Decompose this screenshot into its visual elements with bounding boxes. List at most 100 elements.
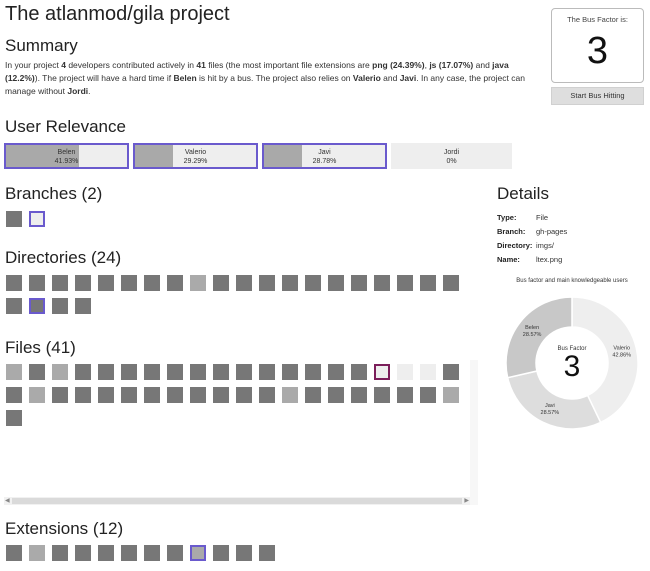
file-square[interactable] xyxy=(236,387,252,403)
directory-square[interactable] xyxy=(121,275,137,291)
extension-square[interactable] xyxy=(259,545,275,561)
file-square[interactable] xyxy=(328,364,344,380)
file-square[interactable] xyxy=(144,387,160,403)
file-square[interactable] xyxy=(213,364,229,380)
page-title: The atlanmod/gila project xyxy=(5,3,230,25)
scroll-thumb[interactable] xyxy=(12,498,462,504)
extension-square[interactable] xyxy=(29,545,45,561)
detail-row-branch: Branch: gh-pages xyxy=(497,227,568,236)
file-square[interactable] xyxy=(121,387,137,403)
directories-grid xyxy=(6,275,476,321)
detail-row-directory: Directory: imgs/ xyxy=(497,241,554,250)
directory-square[interactable] xyxy=(75,275,91,291)
directory-square[interactable] xyxy=(420,275,436,291)
extension-square[interactable] xyxy=(213,545,229,561)
file-square[interactable] xyxy=(351,387,367,403)
file-square[interactable] xyxy=(6,364,22,380)
directory-square[interactable] xyxy=(443,275,459,291)
file-square[interactable] xyxy=(420,364,436,380)
file-square[interactable] xyxy=(420,387,436,403)
directory-square[interactable] xyxy=(374,275,390,291)
summary-text: In your project 4 developers contributed… xyxy=(5,60,525,96)
file-square[interactable] xyxy=(374,387,390,403)
user-relevance-javi[interactable]: Javi 28.78% xyxy=(262,143,387,169)
file-square[interactable] xyxy=(190,364,206,380)
file-square[interactable] xyxy=(213,387,229,403)
extension-square[interactable] xyxy=(236,545,252,561)
file-square[interactable] xyxy=(443,364,459,380)
user-relevance-valerio[interactable]: Valerio 29.29% xyxy=(133,143,258,169)
directory-square[interactable] xyxy=(167,275,183,291)
file-square[interactable] xyxy=(98,364,114,380)
file-square[interactable] xyxy=(52,387,68,403)
extension-square[interactable] xyxy=(75,545,91,561)
directory-square[interactable] xyxy=(29,275,45,291)
directory-square[interactable] xyxy=(52,275,68,291)
directory-square[interactable] xyxy=(328,275,344,291)
directory-square[interactable] xyxy=(52,298,68,314)
file-square[interactable] xyxy=(6,410,22,426)
directory-square[interactable] xyxy=(282,275,298,291)
extension-square[interactable] xyxy=(190,545,206,561)
file-square[interactable] xyxy=(443,387,459,403)
donut-segment-percent: 28.57% xyxy=(541,410,560,416)
scroll-left-icon[interactable]: ◀ xyxy=(5,497,10,505)
extension-square[interactable] xyxy=(144,545,160,561)
file-square[interactable] xyxy=(236,364,252,380)
file-square[interactable] xyxy=(29,364,45,380)
file-square[interactable] xyxy=(75,387,91,403)
extension-square[interactable] xyxy=(52,545,68,561)
file-square[interactable] xyxy=(397,387,413,403)
branch-square[interactable] xyxy=(29,211,45,227)
file-square[interactable] xyxy=(259,364,275,380)
directory-square[interactable] xyxy=(305,275,321,291)
file-square[interactable] xyxy=(397,364,413,380)
directory-square[interactable] xyxy=(98,275,114,291)
file-square[interactable] xyxy=(6,387,22,403)
user-relevance-jordi[interactable]: Jordi 0% xyxy=(391,143,512,169)
directory-square[interactable] xyxy=(75,298,91,314)
file-square[interactable] xyxy=(121,364,137,380)
donut-segment-name: Javi xyxy=(545,403,555,409)
directory-square[interactable] xyxy=(6,298,22,314)
donut-center-value: 3 xyxy=(564,350,581,383)
user-relevance-belen[interactable]: Belen 41.93% xyxy=(4,143,129,169)
file-square[interactable] xyxy=(374,364,390,380)
file-square[interactable] xyxy=(305,387,321,403)
extension-square[interactable] xyxy=(6,545,22,561)
donut-segment-name: Belen xyxy=(525,325,539,331)
directory-square[interactable] xyxy=(29,298,45,314)
file-square[interactable] xyxy=(98,387,114,403)
branch-square[interactable] xyxy=(6,211,22,227)
file-square[interactable] xyxy=(29,387,45,403)
directory-square[interactable] xyxy=(213,275,229,291)
file-square[interactable] xyxy=(190,387,206,403)
extension-square[interactable] xyxy=(121,545,137,561)
directory-square[interactable] xyxy=(236,275,252,291)
file-square[interactable] xyxy=(167,364,183,380)
scroll-right-icon[interactable]: ▶ xyxy=(464,497,469,505)
branches-heading: Branches (2) xyxy=(5,184,103,203)
file-square[interactable] xyxy=(259,387,275,403)
directory-square[interactable] xyxy=(6,275,22,291)
directory-square[interactable] xyxy=(190,275,206,291)
start-bus-hitting-button[interactable]: Start Bus Hitting xyxy=(551,87,644,105)
file-square[interactable] xyxy=(144,364,160,380)
directory-square[interactable] xyxy=(259,275,275,291)
directory-square[interactable] xyxy=(144,275,160,291)
directory-square[interactable] xyxy=(397,275,413,291)
file-square[interactable] xyxy=(351,364,367,380)
files-horizontal-scrollbar[interactable]: ◀ ▶ xyxy=(4,497,470,505)
extension-square[interactable] xyxy=(167,545,183,561)
file-square[interactable] xyxy=(75,364,91,380)
file-square[interactable] xyxy=(328,387,344,403)
file-square[interactable] xyxy=(167,387,183,403)
directory-square[interactable] xyxy=(351,275,367,291)
extension-square[interactable] xyxy=(98,545,114,561)
file-square[interactable] xyxy=(305,364,321,380)
donut-segment-javi[interactable] xyxy=(506,370,602,430)
file-square[interactable] xyxy=(52,364,68,380)
file-square[interactable] xyxy=(282,364,298,380)
file-square[interactable] xyxy=(282,387,298,403)
summary-heading: Summary xyxy=(5,36,78,55)
